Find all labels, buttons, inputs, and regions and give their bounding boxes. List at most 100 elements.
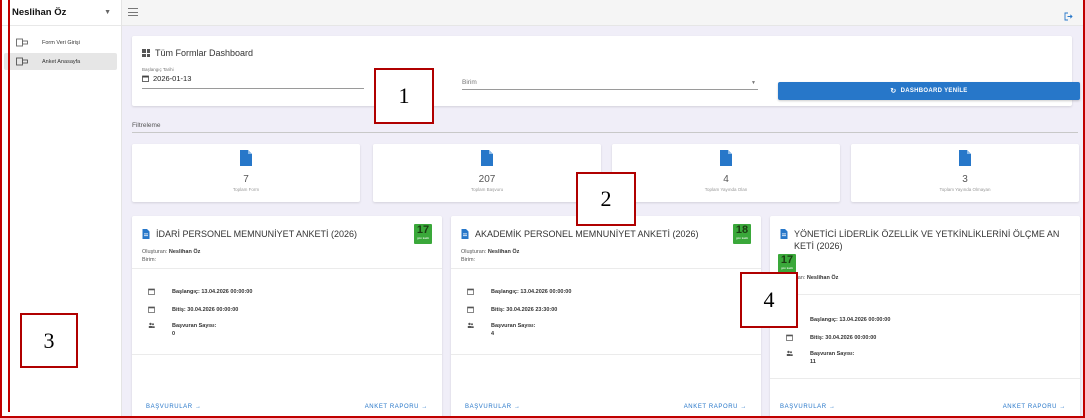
stat-card-total-applications: 207 Toplam Başvuru — [373, 144, 601, 202]
calendar-icon — [148, 288, 155, 295]
days-left-badge: 18 gün kaldı — [733, 224, 751, 244]
refresh-button-label: DASHBOARD YENİLE — [900, 88, 968, 94]
divider — [132, 268, 442, 269]
survey-end: Bitiş: 30.04.2026 00:00:00 — [172, 307, 239, 313]
days-left-count: 17 — [780, 254, 794, 266]
document-icon — [240, 150, 252, 166]
survey-report-link[interactable]: ANKET RAPORU → — [684, 404, 747, 410]
user-menu[interactable]: Neslihan Öz ▼ — [0, 0, 121, 26]
survey-card: AKADEMİK PERSONEL MEMNUNİYET ANKETİ (202… — [451, 216, 761, 418]
applications-link[interactable]: BAŞVURULAR → — [780, 404, 836, 410]
unit-label: Birim: — [461, 257, 476, 263]
start-date-field[interactable]: Başlangıç Tarihi 2026-01-13 — [142, 67, 364, 89]
stat-card-unpublished: 3 Toplam Yayında Olmayan — [851, 144, 1079, 202]
refresh-dashboard-button[interactable]: ↻ DASHBOARD YENİLE — [778, 82, 1080, 100]
stat-caption: Toplam Başvuru — [470, 187, 504, 192]
highlight-frame-left — [8, 0, 10, 412]
survey-end: Bitiş: 30.04.2026 23:30:00 — [491, 307, 558, 313]
stat-value: 3 — [962, 174, 968, 185]
divider — [770, 294, 1080, 295]
sidebar-item-survey-home[interactable]: Anket Anasayfa — [4, 53, 117, 70]
applicants-label: Başvuran Sayısı: — [810, 351, 855, 357]
filter-heading: Filtreleme — [132, 122, 161, 129]
survey-applicants-row: Başvuran Sayısı: 0 — [148, 322, 216, 338]
stat-caption: Toplam Yayında Olmayan — [939, 187, 991, 192]
survey-meta: Oluşturan: Neslihan Öz Birim: — [142, 248, 200, 264]
document-icon — [780, 229, 788, 239]
days-left-label: gün kaldı — [416, 236, 430, 240]
calendar-icon — [467, 288, 474, 295]
annotation-label: 3 — [20, 313, 78, 368]
created-by-label: Oluşturan: — [142, 249, 168, 255]
divider — [451, 354, 761, 355]
start-date-label: Başlangıç Tarihi — [142, 67, 174, 72]
survey-applicants-row: Başvuran Sayısı: 11 — [786, 350, 854, 366]
form-icon — [16, 38, 30, 48]
survey-title: AKADEMİK PERSONEL MEMNUNİYET ANKETİ (202… — [475, 229, 699, 239]
survey-start-row: Başlangıç: 13.04.2026 00:00:00 — [786, 316, 890, 324]
document-icon — [142, 229, 150, 239]
stat-card-total-forms: 7 Toplam Form — [132, 144, 360, 202]
survey-end-row: Bitiş: 30.04.2026 23:30:00 — [467, 306, 557, 314]
calendar-icon — [786, 334, 793, 341]
divider — [451, 268, 761, 269]
unit-placeholder: Birim — [462, 79, 477, 86]
sidebar-item-form-entry[interactable]: Form Veri Girişi — [4, 34, 117, 51]
survey-report-link[interactable]: ANKET RAPORU → — [1003, 404, 1066, 410]
applicants-label: Başvuran Sayısı: — [172, 323, 217, 329]
user-name: Neslihan Öz — [12, 7, 67, 18]
divider — [132, 132, 1078, 133]
created-by: Neslihan Öz — [487, 249, 520, 255]
stat-value: 4 — [723, 174, 729, 185]
sidebar-item-label: Anket Anasayfa — [42, 58, 81, 65]
dashboard-icon — [142, 49, 150, 57]
chevron-down-icon: ▼ — [751, 79, 756, 86]
days-left-label: gün kaldı — [780, 266, 794, 270]
survey-start: Başlangıç: 13.04.2026 00:00:00 — [172, 289, 253, 295]
days-left-count: 18 — [735, 224, 749, 236]
divider — [770, 378, 1080, 379]
unit-select[interactable]: Birim ▼ — [462, 76, 758, 90]
days-left-badge: 17 gün kaldı — [778, 254, 796, 274]
annotation-label: 2 — [576, 172, 636, 226]
users-icon — [148, 322, 155, 328]
calendar-icon — [142, 75, 149, 82]
survey-start: Başlangıç: 13.04.2026 00:00:00 — [810, 317, 891, 323]
survey-start-row: Başlangıç: 13.04.2026 00:00:00 — [467, 288, 571, 296]
form-icon — [16, 57, 30, 67]
survey-card: YÖNETİCİ LİDERLİK ÖZELLİK VE YETKİNLİKLE… — [770, 216, 1080, 418]
logout-icon[interactable] — [1064, 8, 1073, 21]
annotation-label: 4 — [740, 272, 798, 328]
sidebar-item-label: Form Veri Girişi — [42, 39, 80, 46]
survey-report-link[interactable]: ANKET RAPORU → — [365, 404, 428, 410]
survey-applicants-row: Başvuran Sayısı: 4 — [467, 322, 535, 338]
created-by-label: Oluşturan: — [461, 249, 487, 255]
applications-link[interactable]: BAŞVURULAR → — [146, 404, 202, 410]
top-bar — [122, 0, 1085, 26]
stat-value: 7 — [243, 174, 249, 185]
chevron-down-icon[interactable]: ▼ — [104, 9, 111, 16]
created-by: Neslihan Öz — [806, 275, 839, 281]
stat-card-published: 4 Toplam Yayında Olan — [612, 144, 840, 202]
stat-value: 207 — [478, 174, 496, 185]
survey-start: Başlangıç: 13.04.2026 00:00:00 — [491, 289, 572, 295]
hamburger-icon[interactable] — [128, 7, 138, 17]
applicants-count: 0 — [172, 331, 176, 337]
unit-label: Birim: — [142, 257, 157, 263]
survey-start-row: Başlangıç: 13.04.2026 00:00:00 — [148, 288, 252, 296]
survey-card: İDARİ PERSONEL MEMNUNİYET ANKETİ (2026) … — [132, 216, 442, 418]
divider — [132, 354, 442, 355]
dashboard-title: Tüm Formlar Dashboard — [155, 48, 254, 58]
survey-meta: Oluşturan: Neslihan Öz Birim: — [461, 248, 519, 264]
start-date-value: 2026-01-13 — [153, 74, 192, 83]
users-icon — [467, 322, 474, 328]
document-icon — [461, 229, 469, 239]
applicants-count: 11 — [810, 359, 816, 365]
document-icon — [481, 150, 493, 166]
calendar-icon — [467, 306, 474, 313]
survey-title: İDARİ PERSONEL MEMNUNİYET ANKETİ (2026) — [156, 229, 358, 239]
applications-link[interactable]: BAŞVURULAR → — [465, 404, 521, 410]
days-left-count: 17 — [416, 224, 430, 236]
stat-caption: Toplam Form — [232, 187, 260, 192]
survey-end: Bitiş: 30.04.2026 00:00:00 — [810, 335, 877, 341]
